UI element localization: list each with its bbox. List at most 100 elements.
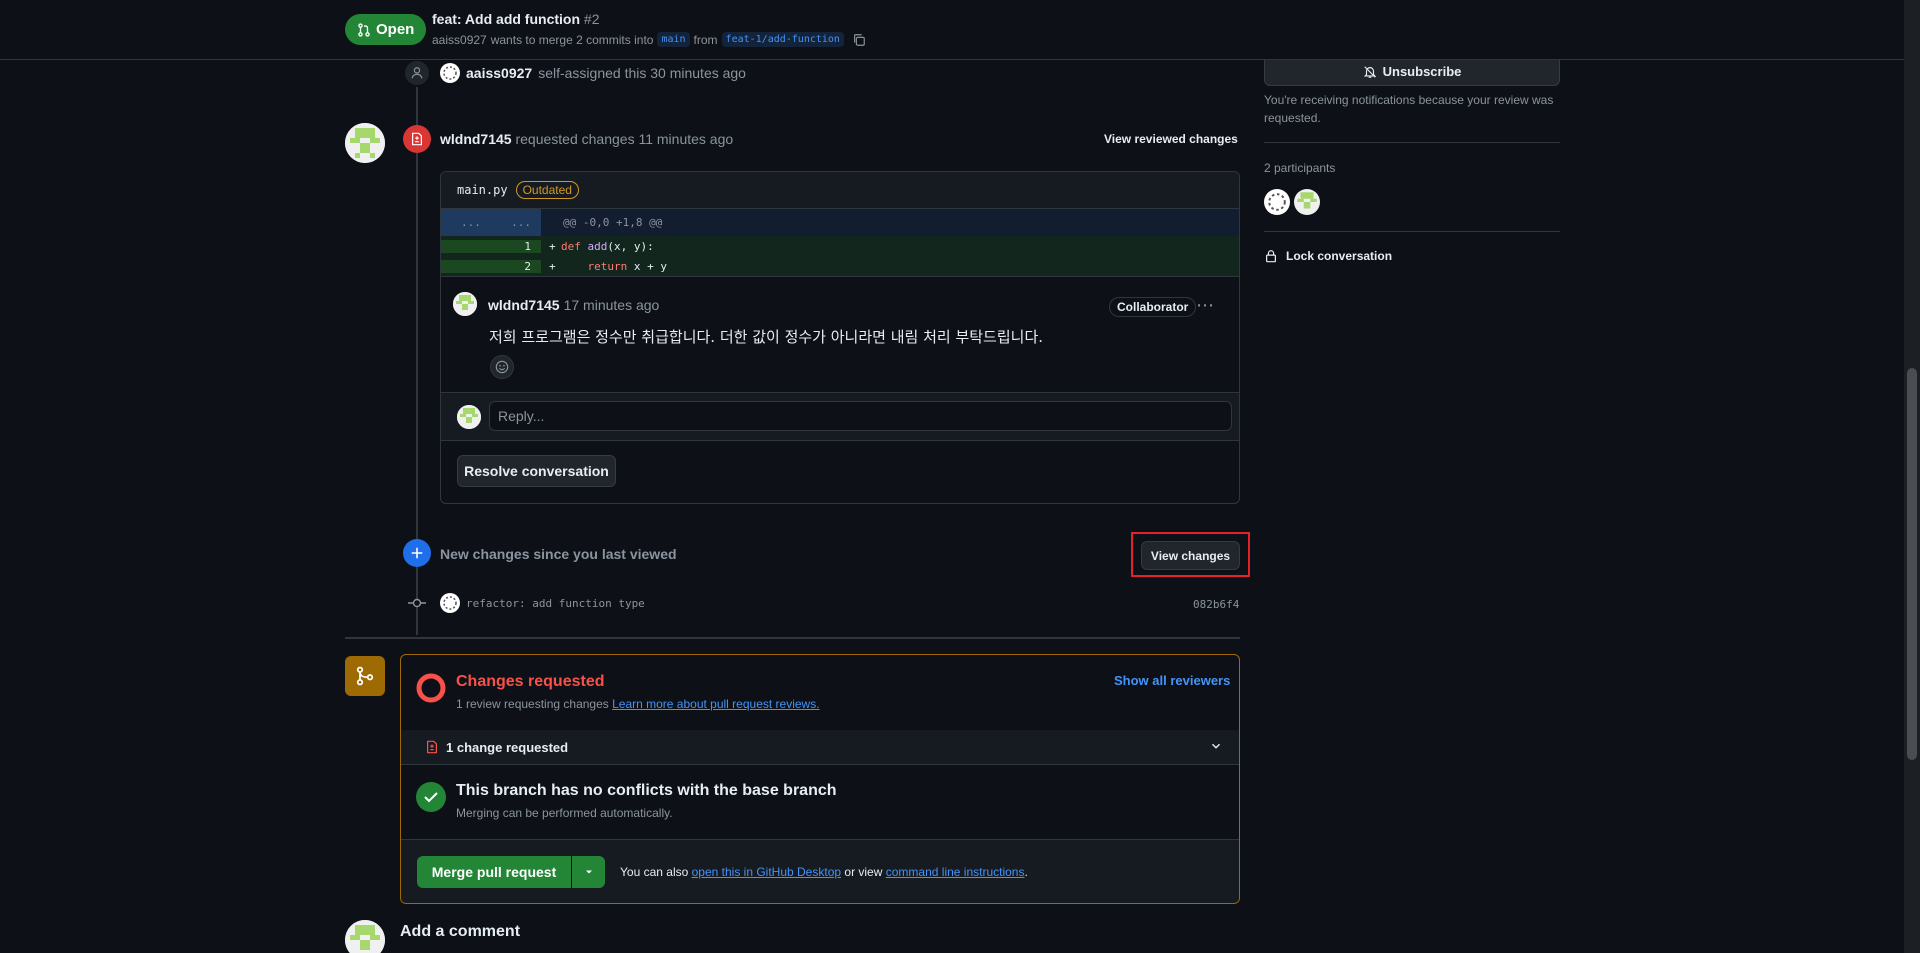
- avatar[interactable]: [440, 593, 460, 613]
- lock-conversation-button[interactable]: Lock conversation: [1264, 249, 1392, 263]
- avatar[interactable]: [440, 63, 460, 83]
- lock-icon: [1266, 250, 1276, 263]
- comment-body: 저희 프로그램은 정수만 취급합니다. 더한 값이 정수가 아니라면 내림 처리…: [489, 328, 1044, 346]
- no-conflict-title: This branch has no conflicts with the ba…: [456, 782, 837, 799]
- comment-header: wldnd7145 17 minutes ago: [488, 297, 659, 313]
- review-user[interactable]: wldnd7145: [440, 131, 512, 147]
- avatar[interactable]: [1264, 189, 1290, 215]
- notification-reason: You're receiving notifications because y…: [1264, 93, 1554, 125]
- review-text: requested changes 11 minutes ago: [515, 131, 734, 147]
- check-circle-icon: [416, 782, 446, 812]
- assign-user[interactable]: aaiss0927: [466, 65, 532, 81]
- code-rest: (x, y):: [607, 239, 654, 253]
- file-name[interactable]: main.py: [457, 183, 508, 197]
- merge-status-icon: [345, 656, 385, 696]
- assign-event-badge: [403, 59, 431, 87]
- diff-hunk-gutter[interactable]: ......: [441, 209, 541, 236]
- changes-requested-title: Changes requested: [456, 673, 605, 690]
- pr-title: feat: Add add function #2: [432, 11, 600, 27]
- merge-text: wants to merge 2 commits into: [490, 32, 654, 47]
- show-all-reviewers-link[interactable]: Show all reviewers: [1114, 673, 1230, 688]
- comment-time[interactable]: 17 minutes ago: [564, 297, 660, 313]
- assign-event: aaiss0927 self-assigned this 30 minutes …: [440, 63, 746, 83]
- pr-author-link[interactable]: aaiss0927: [432, 33, 487, 47]
- git-commit-icon: [408, 598, 426, 608]
- diff-line-number[interactable]: 1: [441, 239, 541, 253]
- no-conflict-sub: Merging can be performed automatically.: [456, 806, 673, 820]
- sidebar-divider: [1264, 142, 1560, 143]
- pr-sticky-header: Open feat: Add add function #2 aaiss0927…: [0, 0, 1904, 60]
- avatar[interactable]: [1294, 189, 1320, 215]
- review-thread: main.py Outdated ...... @@ -0,0 +1,8 @@ …: [440, 171, 1240, 504]
- code-function: add: [587, 239, 608, 253]
- change-count: 1 change requested: [446, 740, 569, 755]
- add-reaction-button[interactable]: [490, 355, 514, 379]
- reply-input[interactable]: Reply...: [489, 401, 1232, 431]
- diff-line: 1 + def add (x, y):: [441, 236, 1239, 256]
- review-header: wldnd7145 requested changes 11 minutes a…: [440, 131, 733, 147]
- merge-pull-request-button[interactable]: Merge pull request: [417, 856, 572, 888]
- merge-box: Changes requested 1 review requesting ch…: [400, 654, 1240, 904]
- merge-button-group: Merge pull request: [417, 856, 605, 888]
- collaborator-badge: Collaborator: [1109, 297, 1197, 317]
- pr-subtitle: aaiss0927 wants to merge 2 commits into …: [432, 32, 866, 47]
- merge-alternatives: You can also open this in GitHub Desktop…: [620, 865, 1028, 879]
- plus-icon: [411, 547, 423, 559]
- avatar[interactable]: [453, 292, 477, 316]
- chevron-down-icon[interactable]: [1209, 739, 1223, 753]
- commit-row: refactor: add function type: [440, 593, 645, 613]
- head-branch[interactable]: feat-1/add-function: [721, 32, 844, 47]
- bell-slash-icon: [1363, 65, 1376, 78]
- unsubscribe-button[interactable]: Unsubscribe: [1264, 58, 1560, 86]
- comment-author[interactable]: wldnd7145: [488, 297, 560, 313]
- resolve-conversation-button[interactable]: Resolve conversation: [457, 455, 616, 487]
- learn-more-link[interactable]: Learn more about pull request reviews.: [612, 697, 819, 711]
- file-header: main.py Outdated: [441, 172, 1239, 209]
- merge-method-dropdown[interactable]: [572, 856, 605, 888]
- pr-title-text: feat: Add add function: [432, 11, 581, 27]
- pull-request-icon: [358, 22, 370, 37]
- view-reviewed-changes-link[interactable]: View reviewed changes: [1104, 132, 1238, 146]
- code-rest: x + y: [627, 259, 667, 273]
- diff-line-number[interactable]: 2: [441, 259, 541, 273]
- base-branch[interactable]: main: [657, 32, 690, 47]
- commit-sha[interactable]: 082b6f4: [1193, 598, 1239, 611]
- github-desktop-link[interactable]: open this in GitHub Desktop: [692, 865, 841, 879]
- new-changes-badge: [403, 539, 431, 567]
- code-keyword: return: [587, 259, 628, 273]
- diff-sign: +: [549, 259, 556, 273]
- unsubscribe-label: Unsubscribe: [1382, 64, 1462, 79]
- or-view-text: or view: [844, 865, 883, 879]
- triangle-down-icon: [585, 870, 592, 874]
- kebab-menu-icon[interactable]: ⋯: [1196, 295, 1215, 316]
- highlight-box: [1131, 532, 1250, 577]
- review-comment: wldnd7145 17 minutes ago Collaborator ⋯ 저…: [441, 276, 1239, 392]
- code-keyword: def: [561, 239, 581, 253]
- command-line-link[interactable]: command line instructions: [886, 865, 1025, 879]
- avatar: [457, 405, 481, 429]
- scrollbar-thumb[interactable]: [1907, 368, 1917, 760]
- participants-label: 2 participants: [1264, 161, 1336, 175]
- line-num: 2: [524, 259, 531, 273]
- avatar[interactable]: [345, 920, 385, 953]
- changes-requested-badge: [403, 125, 431, 153]
- avatar[interactable]: [345, 123, 385, 163]
- outdated-badge: Outdated: [515, 181, 579, 199]
- copy-icon[interactable]: [852, 33, 866, 47]
- assign-text: self-assigned this 30 minutes ago: [538, 65, 746, 81]
- merge-actions: Merge pull request You can also open thi…: [401, 840, 1239, 903]
- diff-sign: +: [549, 239, 556, 253]
- new-changes-text: New changes since you last viewed: [440, 546, 677, 562]
- period: .: [1024, 865, 1028, 879]
- from-text: from: [693, 32, 718, 47]
- git-merge-icon: [356, 666, 374, 686]
- change-requested-toggle[interactable]: 1 change requested: [401, 730, 1239, 765]
- diff-hunk-row: ...... @@ -0,0 +1,8 @@: [441, 209, 1239, 236]
- reply-row: Reply...: [441, 392, 1239, 440]
- pr-state-label: Open: [376, 21, 415, 38]
- person-icon: [411, 67, 423, 79]
- sidebar-divider: [1264, 231, 1560, 232]
- review-count-text: 1 review requesting changes: [456, 697, 609, 711]
- commit-message[interactable]: refactor: add function type: [466, 597, 645, 610]
